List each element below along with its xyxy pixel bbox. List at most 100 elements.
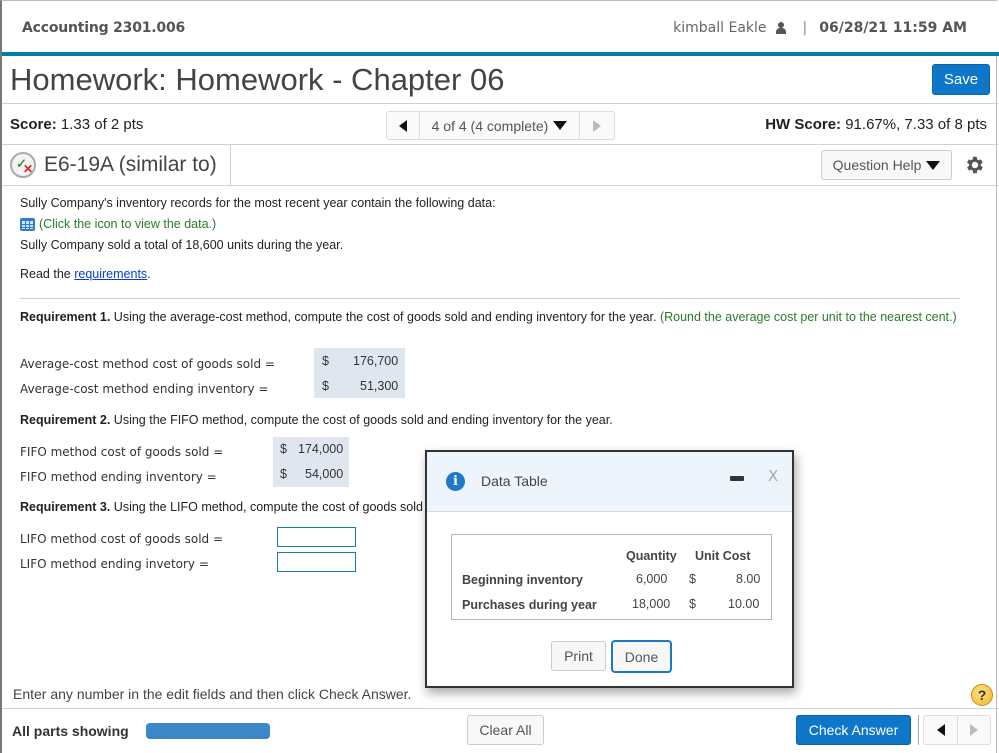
save-button[interactable]: Save xyxy=(932,64,990,95)
caret-left-icon xyxy=(399,119,407,132)
question-help-button[interactable]: Question Help xyxy=(821,150,952,180)
page-title: Homework: Homework - Chapter 06 xyxy=(10,62,505,97)
score-value: 1.33 of 2 pts xyxy=(60,116,144,133)
purchases-currency: $ xyxy=(689,597,696,611)
user-name[interactable]: kimball Eakle xyxy=(673,20,766,36)
score-bar: Score: 1.33 of 2 pts 4 of 4 (4 complete)… xyxy=(2,104,999,145)
score-label: Score: xyxy=(10,116,57,133)
clear-all-button[interactable]: Clear All xyxy=(467,715,544,745)
dialog-title: Data Table xyxy=(481,473,548,489)
close-icon[interactable]: X xyxy=(768,467,778,485)
lifo-cogs-label: LIFO method cost of goods sold = xyxy=(20,532,224,546)
footer-bar: All parts showing Clear All Check Answer xyxy=(2,708,999,753)
avg-ending-value: 51,300 xyxy=(360,379,399,393)
caret-down-icon xyxy=(926,160,941,170)
hw-score-value: 91.67%, 7.33 of 8 pts xyxy=(845,116,987,133)
requirement-1-label: Requirement 1. xyxy=(20,310,111,324)
caret-down-icon xyxy=(553,121,568,130)
avg-ending-currency: $ xyxy=(322,379,329,393)
units-sold-text: Sully Company sold a total of 18,600 uni… xyxy=(20,238,344,252)
beginning-currency: $ xyxy=(689,572,696,586)
inventory-data-table: Quantity Unit Cost Beginning inventory 6… xyxy=(451,534,772,620)
app-window: Accounting 2301.006 kimball Eakle | 06/2… xyxy=(0,0,999,753)
fifo-ending-value: 54,000 xyxy=(305,467,344,481)
question-select-dropdown[interactable]: 4 of 4 (4 complete) xyxy=(420,112,580,139)
user-icon xyxy=(775,22,787,34)
header-separator: | xyxy=(802,20,808,36)
requirement-1-text: Requirement 1. Using the average-cost me… xyxy=(20,309,970,325)
view-data-label: (Click the icon to view the data.) xyxy=(39,217,217,231)
beginning-unit-cost: 8.00 xyxy=(736,572,761,586)
question-id: E6-19A (similar to) xyxy=(44,153,217,176)
fifo-cogs-currency: $ xyxy=(280,442,287,456)
header-divider xyxy=(230,145,231,186)
footer-previous-button[interactable] xyxy=(924,716,958,744)
previous-question-button[interactable] xyxy=(387,112,420,139)
fifo-cogs-label: FIFO method cost of goods sold = xyxy=(20,445,224,459)
next-question-button[interactable] xyxy=(580,112,614,139)
view-data-link[interactable]: (Click the icon to view the data.) xyxy=(20,217,216,231)
requirement-1-body: Using the average-cost method, compute t… xyxy=(110,310,657,324)
hw-score-label: HW Score: xyxy=(765,116,842,133)
requirement-2-label: Requirement 2. xyxy=(20,413,111,427)
avg-cogs-value: 176,700 xyxy=(353,354,399,368)
fifo-ending-currency: $ xyxy=(280,467,287,481)
gear-icon[interactable] xyxy=(963,154,985,176)
requirement-2-body: Using the FIFO method, compute the cost … xyxy=(110,413,613,427)
datetime: 06/28/21 11:59 AM xyxy=(819,20,967,36)
question-header: ✓ ✕ E6-19A (similar to) Question Help xyxy=(2,145,999,186)
footer-divider xyxy=(918,715,919,745)
caret-right-icon xyxy=(593,119,601,132)
column-header-unit-cost: Unit Cost xyxy=(695,549,751,563)
question-select-label: 4 of 4 (4 complete) xyxy=(431,117,549,134)
parts-progress-bar xyxy=(146,723,270,739)
user-area: kimball Eakle | 06/28/21 11:59 AM xyxy=(673,20,967,36)
question-score: Score: 1.33 of 2 pts xyxy=(10,116,143,133)
table-icon[interactable] xyxy=(20,217,35,231)
footer-next-button[interactable] xyxy=(958,716,990,744)
minimize-icon[interactable] xyxy=(730,476,744,481)
instruction-text: Enter any number in the edit fields and … xyxy=(13,686,412,702)
requirement-1-hint: (Round the average cost per unit to the … xyxy=(656,310,957,324)
purchases-unit-cost: 10.00 xyxy=(728,597,760,611)
problem-intro: Sully Company's inventory records for th… xyxy=(20,196,496,210)
lifo-ending-inventory-input[interactable] xyxy=(277,552,356,572)
course-name: Accounting 2301.006 xyxy=(22,20,186,36)
lifo-cogs-input[interactable] xyxy=(277,527,356,547)
info-icon: i xyxy=(446,472,465,491)
avg-cogs-label: Average-cost method cost of goods sold = xyxy=(20,357,275,371)
question-help-label: Question Help xyxy=(832,157,922,173)
row-label-purchases: Purchases during year xyxy=(462,598,597,612)
row-label-beginning-inventory: Beginning inventory xyxy=(462,573,583,587)
fifo-ending-inventory-label: FIFO method ending inventory = xyxy=(20,470,217,484)
avg-ending-inventory-label: Average-cost method ending inventory = xyxy=(20,382,269,396)
purchases-quantity: 18,000 xyxy=(632,597,671,611)
help-icon[interactable]: ? xyxy=(971,684,993,706)
requirement-3-label: Requirement 3. xyxy=(20,500,111,514)
data-table-dialog: i Data Table X Quantity Unit Cost Beginn… xyxy=(425,450,794,688)
question-navigator: 4 of 4 (4 complete) xyxy=(386,111,615,140)
parts-showing-label: All parts showing xyxy=(12,723,129,739)
partial-credit-icon: ✓ ✕ xyxy=(10,152,36,178)
content-divider xyxy=(20,298,960,299)
caret-left-icon xyxy=(936,724,945,736)
footer-question-navigator xyxy=(923,715,991,745)
hw-score: HW Score: 91.67%, 7.33 of 8 pts xyxy=(765,116,987,133)
fifo-cogs-value: 174,000 xyxy=(298,442,344,456)
print-button[interactable]: Print xyxy=(551,641,606,671)
beginning-quantity: 6,000 xyxy=(636,572,668,586)
column-header-quantity: Quantity xyxy=(626,549,677,563)
requirement-2-text: Requirement 2. Using the FIFO method, co… xyxy=(20,412,970,428)
dialog-header[interactable]: i Data Table X xyxy=(427,452,792,512)
read-requirements: Read the requirements. xyxy=(20,267,151,281)
caret-right-icon xyxy=(970,724,978,736)
check-answer-button[interactable]: Check Answer xyxy=(796,715,911,745)
read-suffix: . xyxy=(147,267,151,281)
lifo-ending-inventory-label: LIFO method ending invetory = xyxy=(20,557,209,571)
requirements-link[interactable]: requirements xyxy=(74,267,147,281)
read-prefix: Read the xyxy=(20,267,75,281)
done-button[interactable]: Done xyxy=(611,640,672,673)
title-bar: Homework: Homework - Chapter 06 Save xyxy=(2,56,999,104)
top-bar: Accounting 2301.006 kimball Eakle | 06/2… xyxy=(2,1,999,54)
avg-cogs-currency: $ xyxy=(322,354,329,368)
